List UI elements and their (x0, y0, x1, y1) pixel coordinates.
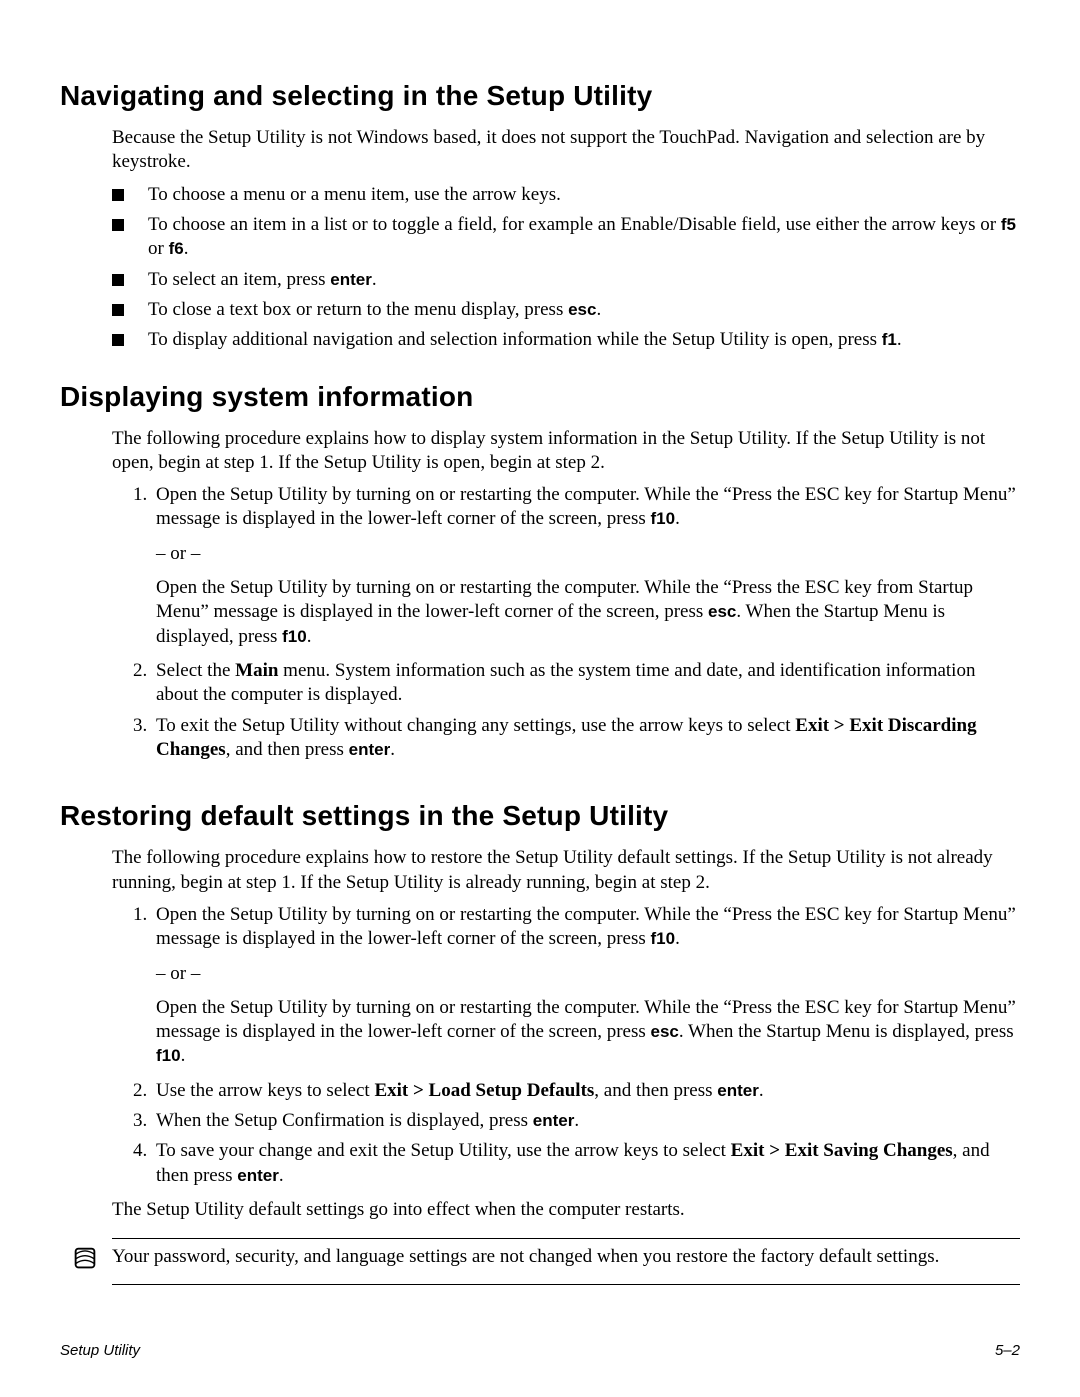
text: menu. System information such as the sys… (156, 660, 975, 705)
bold-text: Exit > Exit Saving Changes (731, 1140, 953, 1161)
key-label: enter (533, 1111, 575, 1130)
numbered-list: Open the Setup Utility by turning on or … (132, 903, 1020, 1188)
text: . (390, 739, 395, 760)
key-label: f10 (651, 509, 676, 528)
text: . (372, 269, 377, 290)
key-label: f6 (169, 239, 184, 258)
numbered-list: Open the Setup Utility by turning on or … (132, 483, 1020, 762)
list-item: To display additional navigation and sel… (112, 328, 1020, 352)
heading-restoring: Restoring default settings in the Setup … (60, 800, 1020, 832)
heading-displaying: Displaying system information (60, 381, 1020, 413)
bullet-list: To choose a menu or a menu item, use the… (112, 183, 1020, 353)
list-item: To choose an item in a list or to toggle… (112, 213, 1020, 262)
key-label: esc (651, 1022, 679, 1041)
key-label: f5 (1001, 215, 1016, 234)
key-label: esc (708, 602, 736, 621)
or-separator: – or – (156, 542, 1020, 566)
text: Open the Setup Utility by turning on or … (156, 996, 1020, 1069)
or-separator: – or – (156, 962, 1020, 986)
key-label: f10 (156, 1046, 181, 1065)
list-item: To exit the Setup Utility without changi… (152, 714, 1020, 763)
paragraph: The following procedure explains how to … (112, 427, 1020, 476)
note-text: Your password, security, and language se… (112, 1245, 1020, 1269)
page-footer: Setup Utility 5–2 (60, 1342, 1020, 1359)
key-label: enter (330, 270, 372, 289)
paragraph: Because the Setup Utility is not Windows… (112, 126, 1020, 175)
text: To select an item, press (148, 269, 330, 290)
text: Use the arrow keys to select (156, 1080, 374, 1101)
text: To close a text box or return to the men… (148, 299, 568, 320)
text: . (574, 1110, 579, 1131)
text: . (279, 1165, 284, 1186)
text: , and then press (226, 739, 349, 760)
heading-navigating: Navigating and selecting in the Setup Ut… (60, 80, 1020, 112)
footer-page-number: 5–2 (995, 1342, 1020, 1359)
list-item: When the Setup Confirmation is displayed… (152, 1109, 1020, 1133)
key-label: enter (237, 1166, 279, 1185)
list-item: To save your change and exit the Setup U… (152, 1139, 1020, 1188)
bold-text: Exit > Load Setup Defaults (374, 1080, 594, 1101)
text: When the Setup Confirmation is displayed… (156, 1110, 533, 1131)
text: . (675, 928, 680, 949)
key-label: f10 (282, 627, 307, 646)
list-item: To choose a menu or a menu item, use the… (112, 183, 1020, 207)
key-label: esc (568, 300, 596, 319)
list-item: Use the arrow keys to select Exit > Load… (152, 1079, 1020, 1103)
text: To save your change and exit the Setup U… (156, 1140, 731, 1161)
list-item: Open the Setup Utility by turning on or … (152, 483, 1020, 649)
text: Open the Setup Utility by turning on or … (156, 904, 1016, 949)
text: . (759, 1080, 764, 1101)
note-block: Your password, security, and language se… (112, 1238, 1020, 1285)
key-label: f10 (651, 929, 676, 948)
text: Open the Setup Utility by turning on or … (156, 484, 1016, 529)
text: To choose a menu or a menu item, use the… (148, 184, 561, 205)
text: To choose an item in a list or to toggle… (148, 214, 1001, 235)
text: . (897, 329, 902, 350)
text: . (181, 1045, 186, 1066)
text: or (148, 238, 169, 259)
list-item: Select the Main menu. System information… (152, 659, 1020, 708)
text: . (184, 238, 189, 259)
text: To exit the Setup Utility without changi… (156, 715, 795, 736)
divider (112, 1284, 1020, 1285)
list-item: To close a text box or return to the men… (112, 298, 1020, 322)
key-label: enter (349, 740, 391, 759)
bold-text: Main (235, 660, 278, 681)
paragraph: The Setup Utility default settings go in… (112, 1198, 1020, 1222)
text: Select the (156, 660, 235, 681)
list-item: Open the Setup Utility by turning on or … (152, 903, 1020, 1069)
text: To display additional navigation and sel… (148, 329, 882, 350)
key-label: enter (717, 1081, 759, 1100)
key-label: f1 (882, 330, 897, 349)
text: . (596, 299, 601, 320)
text: Open the Setup Utility by turning on or … (156, 576, 1020, 649)
text: . (307, 626, 312, 647)
text: . (675, 508, 680, 529)
document-page: Navigating and selecting in the Setup Ut… (0, 0, 1080, 1397)
text: , and then press (594, 1080, 717, 1101)
paragraph: The following procedure explains how to … (112, 846, 1020, 895)
footer-left: Setup Utility (60, 1342, 140, 1359)
note-icon (70, 1243, 100, 1278)
text: . When the Startup Menu is displayed, pr… (679, 1021, 1014, 1042)
list-item: To select an item, press enter. (112, 268, 1020, 292)
